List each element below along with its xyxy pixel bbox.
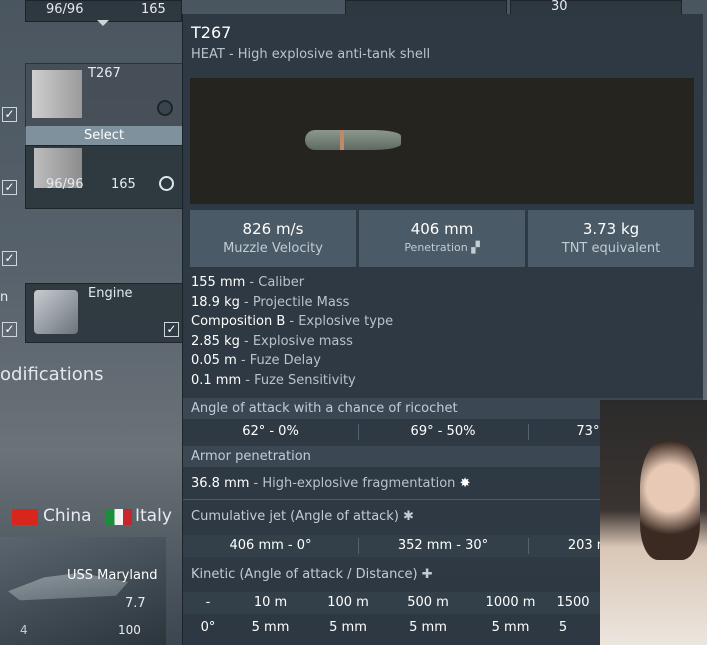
ammo-count-2: 165 [141,2,166,17]
ammo-count-2: 165 [111,177,136,192]
nation-china[interactable]: China [43,506,92,526]
prop-fuze-sensitivity: 0.1 mm - Fuze Sensitivity [191,373,356,388]
kinetic-header: Kinetic (Angle of attack / Distance) ✚ [191,567,433,582]
streamer-face [640,440,700,560]
shell-preview [190,78,694,204]
stat-value: 406 mm [410,220,474,238]
shell-slot-t192[interactable]: 96/96 165 [25,145,184,209]
top-right-count: 30 [551,0,568,14]
battle-rating: 7.7 [125,596,146,611]
shell-slot-t267[interactable]: T267 [25,63,184,127]
checkbox[interactable]: ✓ [2,180,17,195]
checkbox[interactable]: ✓ [2,107,17,122]
ammo-count: 96/96 [46,2,84,17]
kinetic-icon: ✚ [421,567,433,582]
stat-value: 3.73 kg [582,220,640,238]
stat-tnt: 3.73 kg TNT equivalent [528,210,694,267]
ammo-count: 96/96 [46,177,84,192]
heat-shell-icon [32,70,82,118]
nation-italy[interactable]: Italy [135,506,172,526]
prop-fuze-delay: 0.05 m - Fuze Delay [191,353,321,368]
stat-penetration: 406 mm Penetration ▞ [359,210,525,267]
radio-button-selected[interactable] [159,176,174,191]
checkbox[interactable]: ✓ [2,322,17,337]
radio-button[interactable] [157,100,173,116]
vehicle-bottom-left: 4 [20,623,28,637]
jet-icon: ✱ [403,509,414,524]
ammo-slot-top[interactable]: 96/96 165 [25,0,182,22]
webcam-overlay [600,400,707,645]
shell-name: T267 [88,66,121,81]
engine-label: Engine [88,286,133,301]
checkbox[interactable]: ✓ [2,251,17,266]
china-flag-icon[interactable] [12,509,38,525]
checkbox[interactable]: ✓ [164,322,179,337]
engine-icon [34,290,78,334]
prop-explosive-type: Composition B - Explosive type [191,314,394,329]
modifications-header: odifications [0,364,104,385]
stat-label: Penetration [404,241,468,254]
stat-label: TNT equivalent [561,241,661,256]
prop-mass: 18.9 kg - Projectile Mass [191,295,350,310]
cropped-label: n [0,290,9,305]
vehicle-count: 100 [118,623,141,637]
stat-label: Muzzle Velocity [223,241,323,256]
chevron-down-icon[interactable] [97,20,109,26]
tooltip-subtitle: HEAT - High explosive anti-tank shell [191,47,431,62]
vehicle-card[interactable]: USS Maryland 7.7 4 100 [0,537,166,645]
italy-flag-icon[interactable] [106,509,132,525]
prop-explosive-mass: 2.85 kg - Explosive mass [191,334,353,349]
stat-muzzle-velocity: 826 m/s Muzzle Velocity [190,210,356,267]
engine-slot[interactable]: Engine [25,283,184,343]
stat-value: 826 m/s [242,220,304,238]
vehicle-name: USS Maryland [67,568,158,583]
fragmentation-icon: ✸ [459,476,471,491]
he-fragmentation: 36.8 mm - High-explosive fragmentation ✸ [191,476,471,491]
tooltip-title: T267 [191,23,232,42]
penetration-icon: ▞ [471,241,480,254]
prop-caliber: 155 mm - Caliber [191,275,305,290]
shell-band [340,130,344,150]
shell-model [305,130,401,150]
jet-header: Cumulative jet (Angle of attack) ✱ [191,509,414,524]
select-button[interactable]: Select [26,126,182,145]
